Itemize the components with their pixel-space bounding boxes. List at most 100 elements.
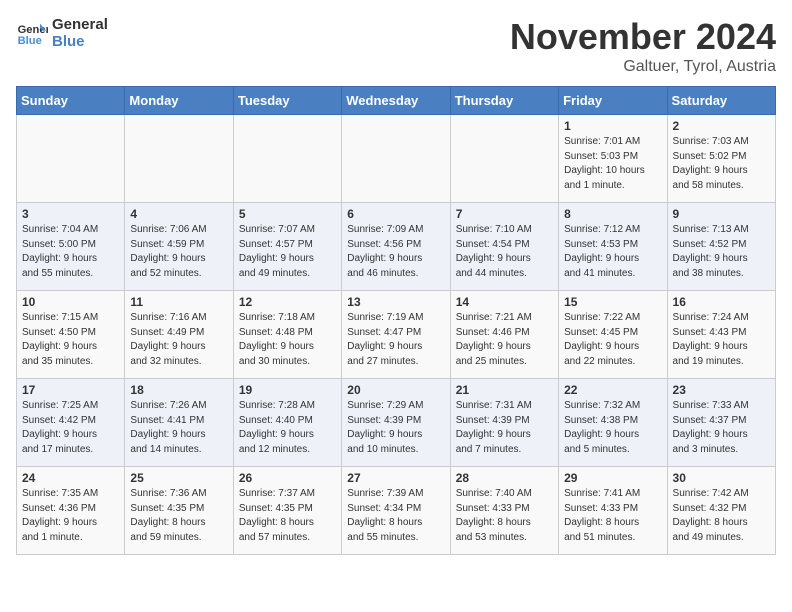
day-info: Sunrise: 7:31 AM Sunset: 4:39 PM Dayligh… bbox=[456, 399, 553, 457]
calendar-cell: 30Sunrise: 7:42 AM Sunset: 4:32 PM Dayli… bbox=[667, 467, 775, 555]
calendar-cell: 6 Sunrise: 7:09 AM Sunset: 4:56 PM Daylig… bbox=[342, 203, 450, 291]
day-number: 22 bbox=[564, 383, 661, 397]
calendar-cell: 9Sunrise: 7:13 AM Sunset: 4:52 PM Daylig… bbox=[667, 203, 775, 291]
day-info: Sunrise: 7:03 AM Sunset: 5:02 PM Dayligh… bbox=[673, 135, 770, 193]
day-info: Sunrise: 7:19 AM Sunset: 4:47 PM Dayligh… bbox=[347, 311, 444, 369]
day-info: Sunrise: 7:12 AM Sunset: 4:53 PM Dayligh… bbox=[564, 223, 661, 281]
calendar-week-row: 3 Sunrise: 7:04 AM Sunset: 5:00 PM Daylig… bbox=[17, 203, 776, 291]
svg-text:Blue: Blue bbox=[18, 35, 42, 47]
day-number: 27 bbox=[347, 471, 444, 485]
calendar-cell: 10Sunrise: 7:15 AM Sunset: 4:50 PM Dayli… bbox=[17, 291, 125, 379]
weekday-header: Thursday bbox=[450, 87, 558, 115]
day-number: 20 bbox=[347, 383, 444, 397]
day-number: 11 bbox=[130, 295, 227, 309]
calendar-body: 1 Sunrise: 7:01 AM Sunset: 5:03 PM Daylig… bbox=[17, 115, 776, 555]
weekday-header: Tuesday bbox=[233, 87, 341, 115]
title-area: November 2024 Galtuer, Tyrol, Austria bbox=[510, 16, 776, 76]
day-info: Sunrise: 7:41 AM Sunset: 4:33 PM Dayligh… bbox=[564, 487, 661, 545]
day-info: Sunrise: 7:33 AM Sunset: 4:37 PM Dayligh… bbox=[673, 399, 770, 457]
day-number: 24 bbox=[22, 471, 119, 485]
day-info: Sunrise: 7:16 AM Sunset: 4:49 PM Dayligh… bbox=[130, 311, 227, 369]
day-number: 10 bbox=[22, 295, 119, 309]
calendar-cell bbox=[342, 115, 450, 203]
logo-line2: Blue bbox=[52, 33, 108, 50]
day-number: 25 bbox=[130, 471, 227, 485]
day-number: 2 bbox=[673, 119, 770, 133]
day-number: 3 bbox=[22, 207, 119, 221]
calendar-cell: 28Sunrise: 7:40 AM Sunset: 4:33 PM Dayli… bbox=[450, 467, 558, 555]
day-info: Sunrise: 7:06 AM Sunset: 4:59 PM Dayligh… bbox=[130, 223, 227, 281]
day-info: Sunrise: 7:29 AM Sunset: 4:39 PM Dayligh… bbox=[347, 399, 444, 457]
weekday-header: Wednesday bbox=[342, 87, 450, 115]
day-number: 30 bbox=[673, 471, 770, 485]
svg-text:General: General bbox=[18, 24, 48, 36]
day-number: 14 bbox=[456, 295, 553, 309]
day-info: Sunrise: 7:01 AM Sunset: 5:03 PM Dayligh… bbox=[564, 135, 661, 193]
calendar-header: SundayMondayTuesdayWednesdayThursdayFrid… bbox=[17, 87, 776, 115]
day-number: 8 bbox=[564, 207, 661, 221]
location-subtitle: Galtuer, Tyrol, Austria bbox=[510, 58, 776, 76]
day-number: 7 bbox=[456, 207, 553, 221]
calendar-cell: 21 Sunrise: 7:31 AM Sunset: 4:39 PM Dayli… bbox=[450, 379, 558, 467]
day-info: Sunrise: 7:07 AM Sunset: 4:57 PM Dayligh… bbox=[239, 223, 336, 281]
day-number: 19 bbox=[239, 383, 336, 397]
day-number: 28 bbox=[456, 471, 553, 485]
day-number: 16 bbox=[673, 295, 770, 309]
day-number: 1 bbox=[564, 119, 661, 133]
weekday-header: Saturday bbox=[667, 87, 775, 115]
day-number: 9 bbox=[673, 207, 770, 221]
calendar-cell: 15 Sunrise: 7:22 AM Sunset: 4:45 PM Dayli… bbox=[559, 291, 667, 379]
calendar-cell bbox=[450, 115, 558, 203]
calendar-cell: 25 Sunrise: 7:36 AM Sunset: 4:35 PM Dayli… bbox=[125, 467, 233, 555]
calendar-cell: 7 Sunrise: 7:10 AM Sunset: 4:54 PM Daylig… bbox=[450, 203, 558, 291]
calendar-cell: 17 Sunrise: 7:25 AM Sunset: 4:42 PM Dayli… bbox=[17, 379, 125, 467]
calendar-cell bbox=[17, 115, 125, 203]
day-number: 17 bbox=[22, 383, 119, 397]
calendar-cell: 14 Sunrise: 7:21 AM Sunset: 4:46 PM Dayli… bbox=[450, 291, 558, 379]
day-number: 5 bbox=[239, 207, 336, 221]
calendar-week-row: 17 Sunrise: 7:25 AM Sunset: 4:42 PM Dayli… bbox=[17, 379, 776, 467]
day-info: Sunrise: 7:39 AM Sunset: 4:34 PM Dayligh… bbox=[347, 487, 444, 545]
day-info: Sunrise: 7:21 AM Sunset: 4:46 PM Dayligh… bbox=[456, 311, 553, 369]
day-info: Sunrise: 7:09 AM Sunset: 4:56 PM Dayligh… bbox=[347, 223, 444, 281]
day-info: Sunrise: 7:26 AM Sunset: 4:41 PM Dayligh… bbox=[130, 399, 227, 457]
month-title: November 2024 bbox=[510, 16, 776, 58]
logo-icon: General Blue bbox=[16, 17, 48, 49]
day-number: 21 bbox=[456, 383, 553, 397]
calendar-cell: 1 Sunrise: 7:01 AM Sunset: 5:03 PM Daylig… bbox=[559, 115, 667, 203]
calendar-cell: 20 Sunrise: 7:29 AM Sunset: 4:39 PM Dayli… bbox=[342, 379, 450, 467]
calendar-cell: 24Sunrise: 7:35 AM Sunset: 4:36 PM Dayli… bbox=[17, 467, 125, 555]
calendar-cell: 29 Sunrise: 7:41 AM Sunset: 4:33 PM Dayli… bbox=[559, 467, 667, 555]
day-info: Sunrise: 7:24 AM Sunset: 4:43 PM Dayligh… bbox=[673, 311, 770, 369]
day-info: Sunrise: 7:37 AM Sunset: 4:35 PM Dayligh… bbox=[239, 487, 336, 545]
day-number: 4 bbox=[130, 207, 227, 221]
calendar-cell: 2 Sunrise: 7:03 AM Sunset: 5:02 PM Daylig… bbox=[667, 115, 775, 203]
day-info: Sunrise: 7:18 AM Sunset: 4:48 PM Dayligh… bbox=[239, 311, 336, 369]
day-number: 15 bbox=[564, 295, 661, 309]
day-number: 6 bbox=[347, 207, 444, 221]
calendar-cell: 12Sunrise: 7:18 AM Sunset: 4:48 PM Dayli… bbox=[233, 291, 341, 379]
calendar-cell: 26 Sunrise: 7:37 AM Sunset: 4:35 PM Dayli… bbox=[233, 467, 341, 555]
day-info: Sunrise: 7:04 AM Sunset: 5:00 PM Dayligh… bbox=[22, 223, 119, 281]
calendar-week-row: 10Sunrise: 7:15 AM Sunset: 4:50 PM Dayli… bbox=[17, 291, 776, 379]
day-info: Sunrise: 7:22 AM Sunset: 4:45 PM Dayligh… bbox=[564, 311, 661, 369]
logo: General Blue General Blue bbox=[16, 16, 108, 50]
day-number: 18 bbox=[130, 383, 227, 397]
weekday-header: Sunday bbox=[17, 87, 125, 115]
day-info: Sunrise: 7:25 AM Sunset: 4:42 PM Dayligh… bbox=[22, 399, 119, 457]
day-number: 29 bbox=[564, 471, 661, 485]
calendar-table: SundayMondayTuesdayWednesdayThursdayFrid… bbox=[16, 86, 776, 555]
calendar-cell: 5 Sunrise: 7:07 AM Sunset: 4:57 PM Daylig… bbox=[233, 203, 341, 291]
calendar-cell bbox=[233, 115, 341, 203]
calendar-cell: 22 Sunrise: 7:32 AM Sunset: 4:38 PM Dayli… bbox=[559, 379, 667, 467]
day-info: Sunrise: 7:10 AM Sunset: 4:54 PM Dayligh… bbox=[456, 223, 553, 281]
day-number: 26 bbox=[239, 471, 336, 485]
calendar-cell: 16 Sunrise: 7:24 AM Sunset: 4:43 PM Dayli… bbox=[667, 291, 775, 379]
calendar-cell: 18 Sunrise: 7:26 AM Sunset: 4:41 PM Dayli… bbox=[125, 379, 233, 467]
calendar-cell: 8 Sunrise: 7:12 AM Sunset: 4:53 PM Daylig… bbox=[559, 203, 667, 291]
day-number: 13 bbox=[347, 295, 444, 309]
calendar-cell: 11 Sunrise: 7:16 AM Sunset: 4:49 PM Dayli… bbox=[125, 291, 233, 379]
weekday-header: Monday bbox=[125, 87, 233, 115]
day-info: Sunrise: 7:32 AM Sunset: 4:38 PM Dayligh… bbox=[564, 399, 661, 457]
day-info: Sunrise: 7:36 AM Sunset: 4:35 PM Dayligh… bbox=[130, 487, 227, 545]
